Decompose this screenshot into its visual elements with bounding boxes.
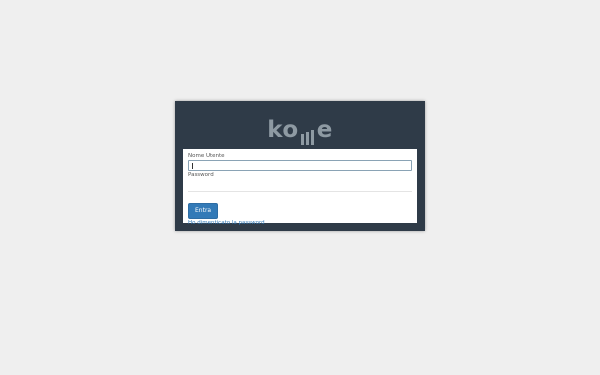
login-panel: ko e Nome Utente Password Entra Ho diment…: [175, 101, 425, 231]
username-label: Nome Utente: [188, 153, 225, 159]
password-label: Password: [188, 172, 214, 178]
form-divider: [188, 191, 412, 192]
forgot-password-link[interactable]: Ho dimenticato la password: [188, 220, 412, 227]
submit-button[interactable]: Entra: [188, 203, 219, 219]
text-caret: [192, 163, 193, 169]
logo-bars-icon: [300, 115, 316, 145]
brand-logo: ko e: [175, 115, 425, 145]
logo-text-start: ko: [267, 117, 299, 143]
login-form: Nome Utente Password Entra Ho dimenticat…: [183, 149, 417, 226]
logo-text-end: e: [316, 117, 333, 143]
username-input[interactable]: [188, 160, 412, 171]
